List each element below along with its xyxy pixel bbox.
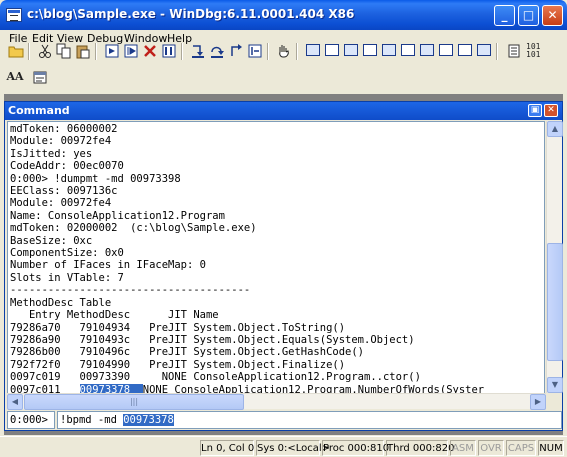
command-input-row: 0:000> !bpmd -md 00973378 (7, 411, 562, 429)
output-line: CodeAddr: 00ec0070 (10, 160, 124, 173)
output-line: Name: ConsoleApplication12.Program (10, 209, 225, 222)
command-input[interactable]: !bpmd -md 00973378 (57, 411, 562, 429)
watch-icon[interactable] (324, 43, 340, 59)
output-line: 792f72f0 79104990 PreJIT System.Object.F… (10, 358, 346, 371)
command-input-selection: 00973378 (123, 414, 174, 426)
run-to-cursor-icon[interactable] (247, 43, 263, 59)
close-button[interactable]: ✕ (542, 5, 563, 26)
status-thrd: Thrd 000:820 (386, 440, 454, 456)
output-line: mdToken: 02000002 (c:\blog\Sample.exe) (10, 222, 257, 235)
paste-icon[interactable] (75, 43, 91, 59)
status-asm: ASM (450, 440, 476, 456)
minimize-button[interactable]: _ (494, 5, 515, 26)
window-title: c:\blog\Sample.exe - WinDbg:6.11.0001.40… (27, 7, 355, 21)
cut-icon[interactable] (37, 43, 53, 59)
scratch-pad-icon[interactable] (438, 43, 454, 59)
scroll-left-arrow-icon[interactable]: ◀ (7, 394, 23, 410)
command-window-title: Command (8, 104, 70, 117)
output-line: IsJitted: yes (10, 147, 93, 160)
copy-icon[interactable] (56, 43, 72, 59)
scroll-down-arrow-icon[interactable]: ▼ (547, 377, 563, 393)
output-line: 79286a90 7910493c PreJIT System.Object.E… (10, 333, 415, 346)
registers-icon[interactable] (362, 43, 378, 59)
output-line: Entry MethodDesc JIT Name (10, 309, 219, 322)
vertical-scrollbar[interactable]: ▲ ▼ (546, 121, 563, 393)
title-bar: c:\blog\Sample.exe - WinDbg:6.11.0001.40… (0, 0, 567, 30)
command-output[interactable]: mdToken: 06000002 Module: 00972fe4 IsJitte… (7, 121, 545, 407)
main-toolbar: 101 101 (4, 40, 563, 64)
windbg-app-icon[interactable] (6, 8, 22, 22)
hex-mode-icon[interactable]: 101 101 (526, 43, 548, 59)
command-icon[interactable] (305, 43, 321, 59)
call-stack-icon[interactable] (400, 43, 416, 59)
output-line: -------------------------------------- (10, 284, 251, 297)
command-input-text: !bpmd -md (60, 414, 124, 426)
vertical-scroll-thumb[interactable] (547, 243, 563, 361)
output-line: EEClass: 0097136c (10, 185, 118, 198)
status-caps: CAPS (506, 440, 536, 456)
output-line: 0:000> !dumpmt -md 00973398 (10, 172, 181, 185)
scroll-up-arrow-icon[interactable]: ▲ (547, 121, 563, 137)
scroll-right-arrow-icon[interactable]: ▶ (530, 394, 546, 410)
memory-icon[interactable] (381, 43, 397, 59)
scrollbar-corner (546, 393, 562, 409)
status-num: NUM (538, 440, 564, 456)
output-line: BaseSize: 0xc (10, 234, 93, 247)
output-line: Number of IFaces in IFaceMap: 0 (10, 259, 206, 272)
hand-icon[interactable] (276, 43, 292, 59)
source-mode-icon[interactable] (476, 43, 492, 59)
output-line: ComponentSize: 0x0 (10, 247, 124, 260)
output-line: Module: 00972fe4 (10, 197, 112, 210)
command-window-title-bar[interactable]: Command ▣ ✕ (5, 102, 562, 120)
step-out-icon[interactable] (228, 43, 244, 59)
output-line: 79286a70 79104934 PreJIT System.Object.T… (10, 321, 346, 334)
go-icon[interactable] (104, 43, 120, 59)
source-mode-toggle-icon[interactable] (506, 43, 522, 59)
secondary-toolbar: AA (4, 66, 563, 90)
maximize-button[interactable]: □ (518, 5, 539, 26)
step-over-icon[interactable] (209, 43, 225, 59)
command-prompt: 0:000> (7, 411, 55, 429)
locals-icon[interactable] (343, 43, 359, 59)
status-sys: Sys 0:<Local> (256, 440, 330, 456)
font-icon[interactable]: AA (6, 69, 24, 85)
output-line: MethodDesc Table (10, 296, 112, 309)
restart-icon[interactable] (123, 43, 139, 59)
horizontal-scroll-thumb[interactable]: ||| (24, 394, 244, 410)
status-bar: Ln 0, Col 0 Sys 0:<Local> Proc 000:810 T… (0, 436, 567, 457)
open-icon[interactable] (8, 43, 24, 59)
break-icon[interactable] (161, 43, 177, 59)
processes-threads-icon[interactable] (457, 43, 473, 59)
horizontal-scrollbar[interactable]: ◀ ||| ▶ (7, 393, 546, 410)
command-window: Command ▣ ✕ mdToken: 06000002 Module: 009… (4, 101, 563, 431)
output-line: Module: 00972fe4 (10, 135, 112, 148)
output-text: mdToken: 06000002 Module: 00972fe4 IsJitte… (8, 122, 544, 406)
status-ln-col: Ln 0, Col 0 (200, 440, 254, 456)
disassembly-icon[interactable] (419, 43, 435, 59)
command-close-icon[interactable]: ✕ (544, 104, 558, 117)
status-ovr: OVR (478, 440, 504, 456)
options-icon[interactable] (32, 69, 48, 85)
dock-icon[interactable]: ▣ (528, 104, 542, 117)
output-line: 79286b00 7910496c PreJIT System.Object.G… (10, 346, 365, 359)
output-line: 0097c019 00973390 NONE ConsoleApplicatio… (10, 371, 421, 384)
step-into-icon[interactable] (190, 43, 206, 59)
stop-debugging-icon[interactable] (142, 43, 158, 59)
status-proc: Proc 000:810 (322, 440, 389, 456)
output-line: mdToken: 06000002 (10, 123, 118, 135)
output-line: Slots in VTable: 7 (10, 271, 124, 284)
